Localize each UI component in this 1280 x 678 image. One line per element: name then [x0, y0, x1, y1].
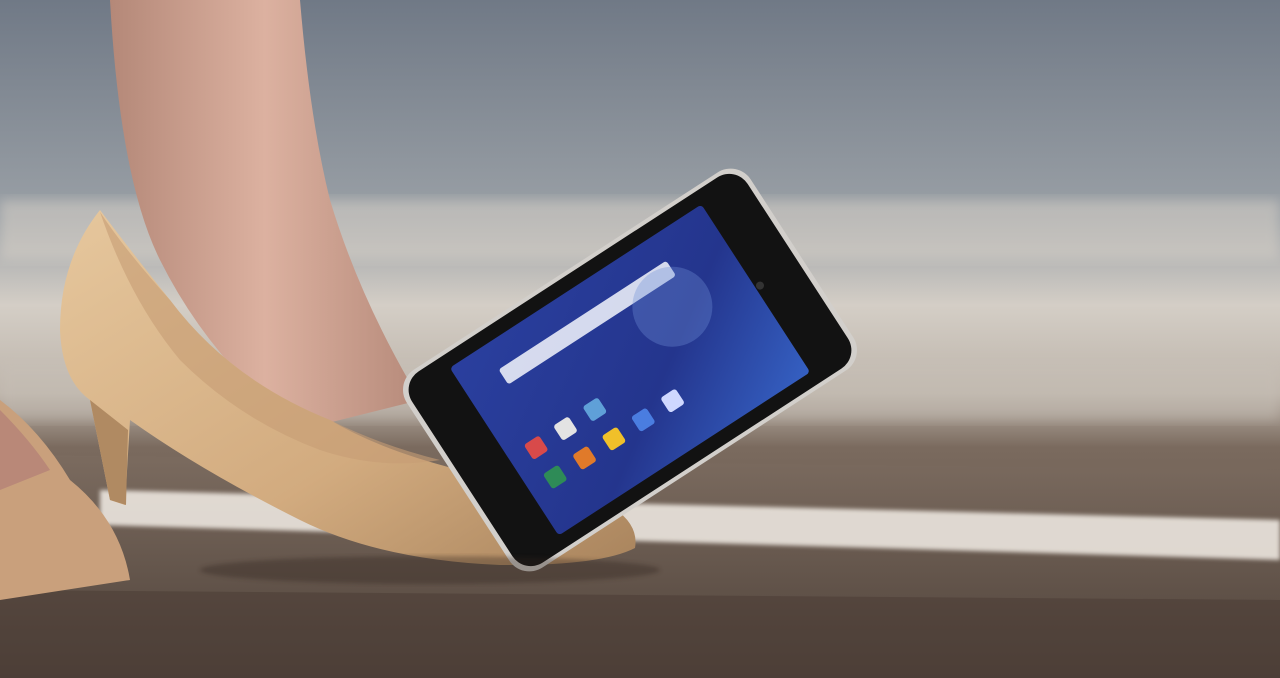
- scene-svg: [0, 0, 1280, 678]
- road-shadow: [0, 590, 1280, 678]
- photo-scene: [0, 0, 1280, 678]
- shoe-shadow: [200, 556, 660, 584]
